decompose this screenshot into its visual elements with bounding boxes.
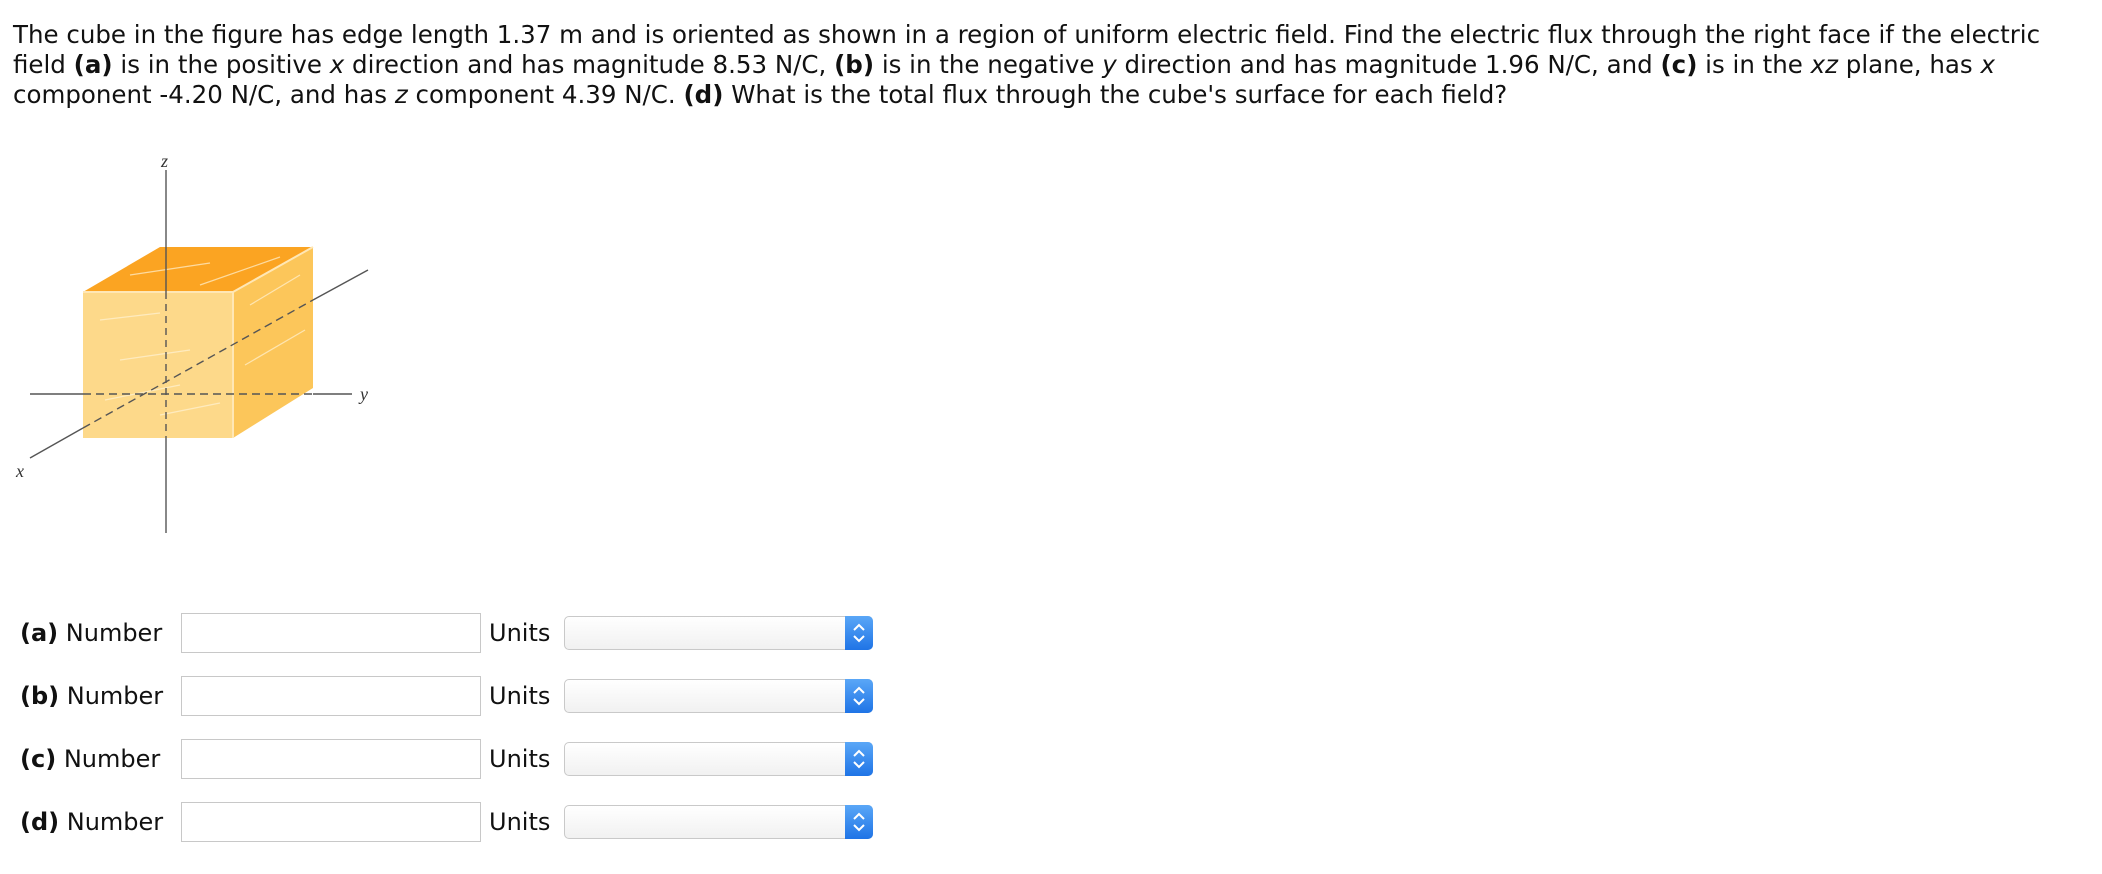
number-input-c[interactable]	[181, 739, 481, 779]
part-b-text-2: direction and has magnitude 1.96 N/C, an…	[1116, 50, 1661, 79]
select-arrows-icon[interactable]	[845, 742, 873, 776]
select-arrows-icon[interactable]	[845, 805, 873, 839]
part-d-text: What is the total flux through the cube'…	[723, 80, 1508, 109]
part-tag: (b)	[20, 682, 60, 710]
part-tag: (a)	[20, 619, 59, 647]
axis-label-y: y	[358, 384, 368, 404]
number-label: Number	[66, 682, 164, 710]
part-a-tag: (a)	[73, 50, 113, 79]
select-arrows-icon[interactable]	[845, 679, 873, 713]
var-x: x	[329, 50, 345, 79]
number-label: Number	[65, 619, 163, 647]
part-c-text-2: plane, has	[1838, 50, 1981, 79]
part-c-text-3: component -4.20 N/C, and has	[13, 80, 395, 109]
part-b-tag: (b)	[834, 50, 875, 79]
part-b-label: (b) Number	[20, 682, 163, 710]
units-select-d[interactable]	[564, 805, 873, 839]
units-select-b[interactable]	[564, 679, 873, 713]
part-d-tag: (d)	[683, 80, 724, 109]
units-label: Units	[489, 745, 551, 773]
part-c-label: (c) Number	[20, 745, 160, 773]
part-a-text-2: direction and has magnitude 8.53 N/C,	[344, 50, 835, 79]
part-d-label: (d) Number	[20, 808, 163, 836]
number-label: Number	[66, 808, 164, 836]
units-label: Units	[489, 808, 551, 836]
part-c-text-4: component 4.39 N/C.	[407, 80, 684, 109]
number-input-b[interactable]	[181, 676, 481, 716]
units-select-c[interactable]	[564, 742, 873, 776]
var-y: y	[1102, 50, 1117, 79]
problem-statement: The cube in the figure has edge length 1…	[13, 20, 2083, 110]
cube-figure: z y x	[15, 151, 369, 533]
select-arrows-icon[interactable]	[845, 616, 873, 650]
units-label: Units	[489, 682, 551, 710]
number-input-d[interactable]	[181, 802, 481, 842]
number-input-a[interactable]	[181, 613, 481, 653]
x-axis-back	[312, 269, 369, 301]
part-b-text: is in the negative	[874, 50, 1103, 79]
part-tag: (c)	[20, 745, 57, 773]
part-a-text: is in the positive	[112, 50, 330, 79]
var-xz: xz	[1810, 50, 1839, 79]
part-c-tag: (c)	[1660, 50, 1698, 79]
axis-label-x: x	[15, 461, 24, 481]
part-c-text: is in the	[1697, 50, 1811, 79]
part-a-label: (a) Number	[20, 619, 162, 647]
part-tag: (d)	[20, 808, 60, 836]
var-z: z	[394, 80, 408, 109]
cube-front-face	[83, 292, 233, 438]
units-label: Units	[489, 619, 551, 647]
number-label: Number	[63, 745, 161, 773]
axis-label-z: z	[160, 151, 168, 171]
var-x: x	[1980, 50, 1995, 79]
units-select-a[interactable]	[564, 616, 873, 650]
x-axis-front	[29, 427, 84, 459]
